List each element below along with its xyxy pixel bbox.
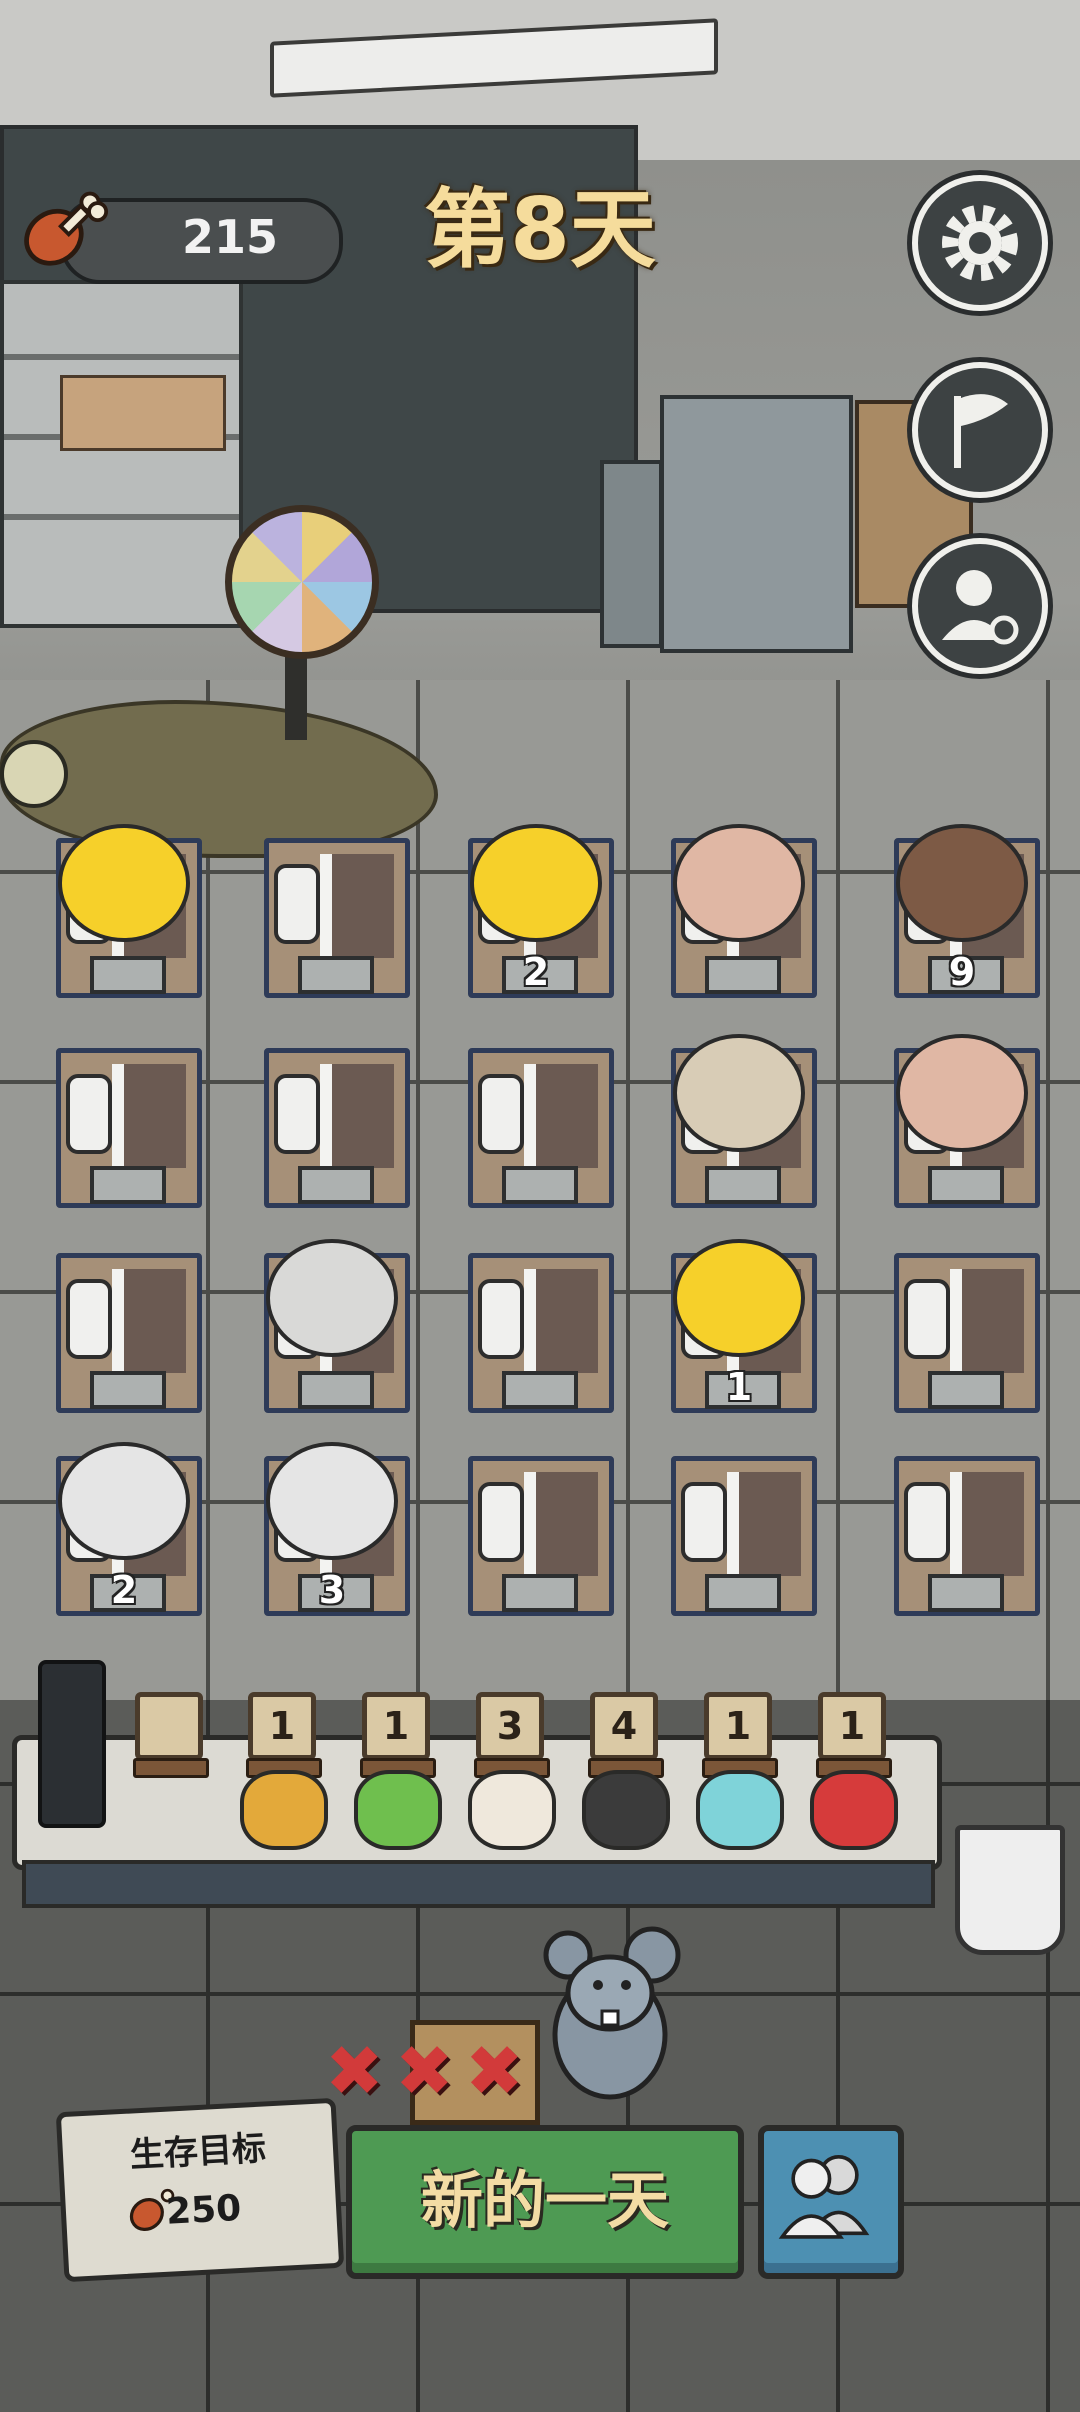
- stack-count: [64, 1361, 184, 1413]
- item-count-tag: 1: [818, 1692, 886, 1760]
- group-icon: [778, 2155, 870, 2239]
- survivor-duck[interactable]: [470, 824, 602, 942]
- bed-slot[interactable]: [462, 1245, 614, 1413]
- bucket-icon: [955, 1825, 1065, 1955]
- survival-goal-value: 250: [165, 2187, 243, 2233]
- survivor-silver-hair[interactable]: [58, 1442, 190, 1560]
- boot-icon[interactable]: [582, 1770, 670, 1850]
- day-title: 第8天: [424, 180, 656, 280]
- walkie-talkie-icon[interactable]: [38, 1660, 106, 1828]
- frog-icon[interactable]: [354, 1770, 442, 1850]
- survival-goal-card: 生存目标 250: [55, 2097, 345, 2283]
- new-day-button[interactable]: 新的一天: [346, 2125, 744, 2279]
- stack-count: [476, 1564, 596, 1616]
- stack-count: [902, 1361, 1022, 1413]
- bed-slot[interactable]: [888, 1245, 1040, 1413]
- bed-slot[interactable]: [665, 824, 817, 998]
- survivor-pink-hair-girl[interactable]: [896, 1034, 1028, 1152]
- stack-count: 2: [522, 950, 550, 994]
- item-tag-base: [133, 1758, 209, 1778]
- stack-count: [679, 1564, 799, 1616]
- bed-slot[interactable]: [50, 1245, 202, 1413]
- bed-slot[interactable]: [462, 1040, 614, 1208]
- stack-count: [679, 946, 799, 998]
- stack-count: 3: [318, 1568, 346, 1612]
- radiation-icon: [0, 740, 68, 808]
- bed-slot[interactable]: 2: [50, 1442, 202, 1616]
- stack-count: 9: [948, 950, 976, 994]
- bed-slot[interactable]: 1: [665, 1239, 817, 1413]
- item-count-tag: 1: [704, 1692, 772, 1760]
- bed-slot[interactable]: 9: [888, 824, 1040, 998]
- drumstick-icon: [24, 191, 109, 266]
- food-count: 215: [181, 210, 279, 264]
- bed-slot[interactable]: 3: [258, 1442, 410, 1616]
- bed-slot[interactable]: [665, 1448, 817, 1616]
- team-button[interactable]: [758, 2125, 904, 2279]
- surrender-flag-button[interactable]: [912, 362, 1048, 498]
- bed-slot[interactable]: [462, 1448, 614, 1616]
- settings-button[interactable]: [912, 175, 1048, 311]
- bed-slot[interactable]: [258, 1239, 410, 1413]
- survival-goal-label: 生存目标: [129, 2128, 267, 2176]
- strike-x-icon: ✖: [325, 2030, 384, 2112]
- item-count-tag: 3: [476, 1692, 544, 1760]
- stack-count: [272, 1361, 392, 1413]
- bed-slot[interactable]: [888, 1448, 1040, 1616]
- flag-icon: [954, 394, 1008, 468]
- stack-count: [679, 1156, 799, 1208]
- gear-icon: [942, 205, 1018, 281]
- item-count-tag: 1: [248, 1692, 316, 1760]
- bed-slot[interactable]: [258, 830, 410, 998]
- red-crystal-icon[interactable]: [810, 1770, 898, 1850]
- stack-count: [902, 1564, 1022, 1616]
- bed-slot[interactable]: [258, 1040, 410, 1208]
- medical-cabinet: [660, 395, 853, 653]
- item-count-tag: [135, 1692, 203, 1760]
- strike-x-icon: ✖: [395, 2030, 454, 2112]
- survivor-blonde-girl[interactable]: [673, 1034, 805, 1152]
- bed-slot[interactable]: 2: [462, 824, 614, 998]
- item-count-tag: 1: [362, 1692, 430, 1760]
- bed-slot[interactable]: [888, 1034, 1040, 1208]
- user-search-icon: [942, 570, 1019, 645]
- stack-count: [902, 1156, 1022, 1208]
- stack-count: 2: [110, 1568, 138, 1612]
- storage-shelf: [0, 280, 243, 628]
- cardboard-box: [60, 375, 226, 451]
- stack-count: [476, 1361, 596, 1413]
- stack-count: [272, 946, 392, 998]
- wheel-stand: [285, 650, 307, 740]
- new-day-label: 新的一天: [420, 2164, 669, 2237]
- lucky-wheel[interactable]: [225, 505, 379, 659]
- bed-slot[interactable]: [665, 1034, 817, 1208]
- stack-count: [476, 1156, 596, 1208]
- wheat-icon[interactable]: [240, 1770, 328, 1850]
- survivor-duck[interactable]: [673, 1239, 805, 1357]
- tissue-box-icon[interactable]: [696, 1770, 784, 1850]
- bed-slot[interactable]: [50, 1040, 202, 1208]
- table-skirt: [22, 1860, 935, 1908]
- stack-count: 1: [725, 1365, 753, 1409]
- survivor-pink-hair-girl[interactable]: [673, 824, 805, 942]
- egg-icon[interactable]: [468, 1770, 556, 1850]
- survivor-robot[interactable]: [266, 1239, 398, 1357]
- survivor-bearded-man[interactable]: [896, 824, 1028, 942]
- survivor-silver-hair[interactable]: [266, 1442, 398, 1560]
- stack-count: [272, 1156, 392, 1208]
- bed-slot[interactable]: [50, 824, 202, 998]
- strike-x-icon: ✖: [465, 2030, 524, 2112]
- locker: [600, 460, 663, 648]
- character-search-button[interactable]: [912, 538, 1048, 674]
- survivor-duck-mask-girl[interactable]: [58, 824, 190, 942]
- stack-count: [64, 946, 184, 998]
- item-count-tag: 4: [590, 1692, 658, 1760]
- stack-count: [64, 1156, 184, 1208]
